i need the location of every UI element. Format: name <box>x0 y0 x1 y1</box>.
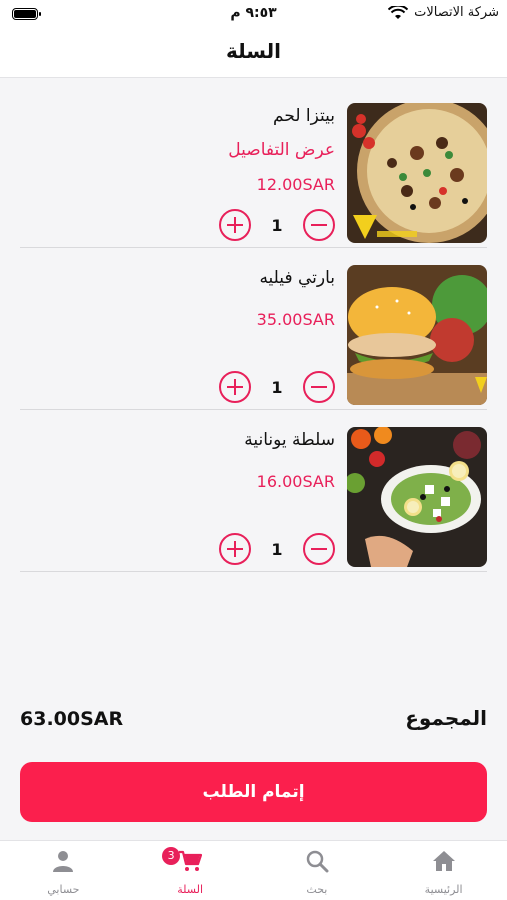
increase-quantity-button[interactable] <box>219 533 251 565</box>
increase-quantity-button[interactable] <box>219 371 251 403</box>
item-price: 35.00SAR <box>256 310 335 329</box>
user-icon <box>53 851 74 872</box>
page-title: السلة <box>225 39 281 63</box>
item-name: بيتزا لحم <box>273 106 335 126</box>
quantity-value: 1 <box>271 215 283 235</box>
cart-item-pizza: بيتزا لحم عرض التفاصيل 12.00SAR 1 <box>20 86 487 248</box>
decrease-quantity-button[interactable] <box>303 533 335 565</box>
decrease-quantity-button[interactable] <box>303 209 335 241</box>
quantity-value: 1 <box>271 539 283 559</box>
increase-quantity-button[interactable] <box>219 209 251 241</box>
pizza-image[interactable] <box>347 103 487 243</box>
tab-search[interactable]: بحث <box>254 841 381 900</box>
tab-home[interactable]: الرئيسية <box>380 841 507 900</box>
total-row: المجموع 63.00SAR <box>20 706 487 736</box>
nav-header: السلة <box>0 28 507 78</box>
quantity-stepper: 1 <box>219 533 335 565</box>
search-icon <box>306 850 329 873</box>
tab-account[interactable]: حسابي <box>0 841 127 900</box>
item-price: 12.00SAR <box>256 175 335 194</box>
tab-label: السلة <box>177 883 203 896</box>
item-price: 16.00SAR <box>256 472 335 491</box>
cart-count-badge: 3 <box>162 847 181 865</box>
cart-icon <box>179 850 203 871</box>
salad-image[interactable] <box>347 427 487 567</box>
quantity-value: 1 <box>271 377 283 397</box>
cart-item-salad: سلطة يونانية 16.00SAR 1 <box>20 410 487 572</box>
tab-label: بحث <box>306 883 328 896</box>
battery-icon <box>12 8 41 20</box>
checkout-button[interactable]: إتمام الطلب <box>20 762 487 822</box>
quantity-stepper: 1 <box>219 209 335 241</box>
clock: ٩:٥٣ م <box>230 5 277 21</box>
quantity-stepper: 1 <box>219 371 335 403</box>
total-label: المجموع <box>405 706 487 730</box>
total-value: 63.00SAR <box>20 708 124 730</box>
tab-bar: حسابي 3 السلة بحث الرئيسية <box>0 840 507 900</box>
status-bar: شركة الاتصالات ٩:٥٣ م <box>0 0 507 28</box>
tab-label: الرئيسية <box>424 883 463 896</box>
tab-cart[interactable]: 3 السلة <box>127 841 254 900</box>
tab-label: حسابي <box>47 883 80 896</box>
view-details-link[interactable]: عرض التفاصيل <box>228 140 335 160</box>
item-name: سلطة يونانية <box>244 430 335 450</box>
home-icon <box>432 851 455 871</box>
decrease-quantity-button[interactable] <box>303 371 335 403</box>
cart-item-burger: بارتي فيليه 35.00SAR 1 <box>20 248 487 410</box>
cart-list: بيتزا لحم عرض التفاصيل 12.00SAR 1 بارتي … <box>20 86 487 572</box>
burger-image[interactable] <box>347 265 487 405</box>
item-name: بارتي فيليه <box>259 268 335 288</box>
